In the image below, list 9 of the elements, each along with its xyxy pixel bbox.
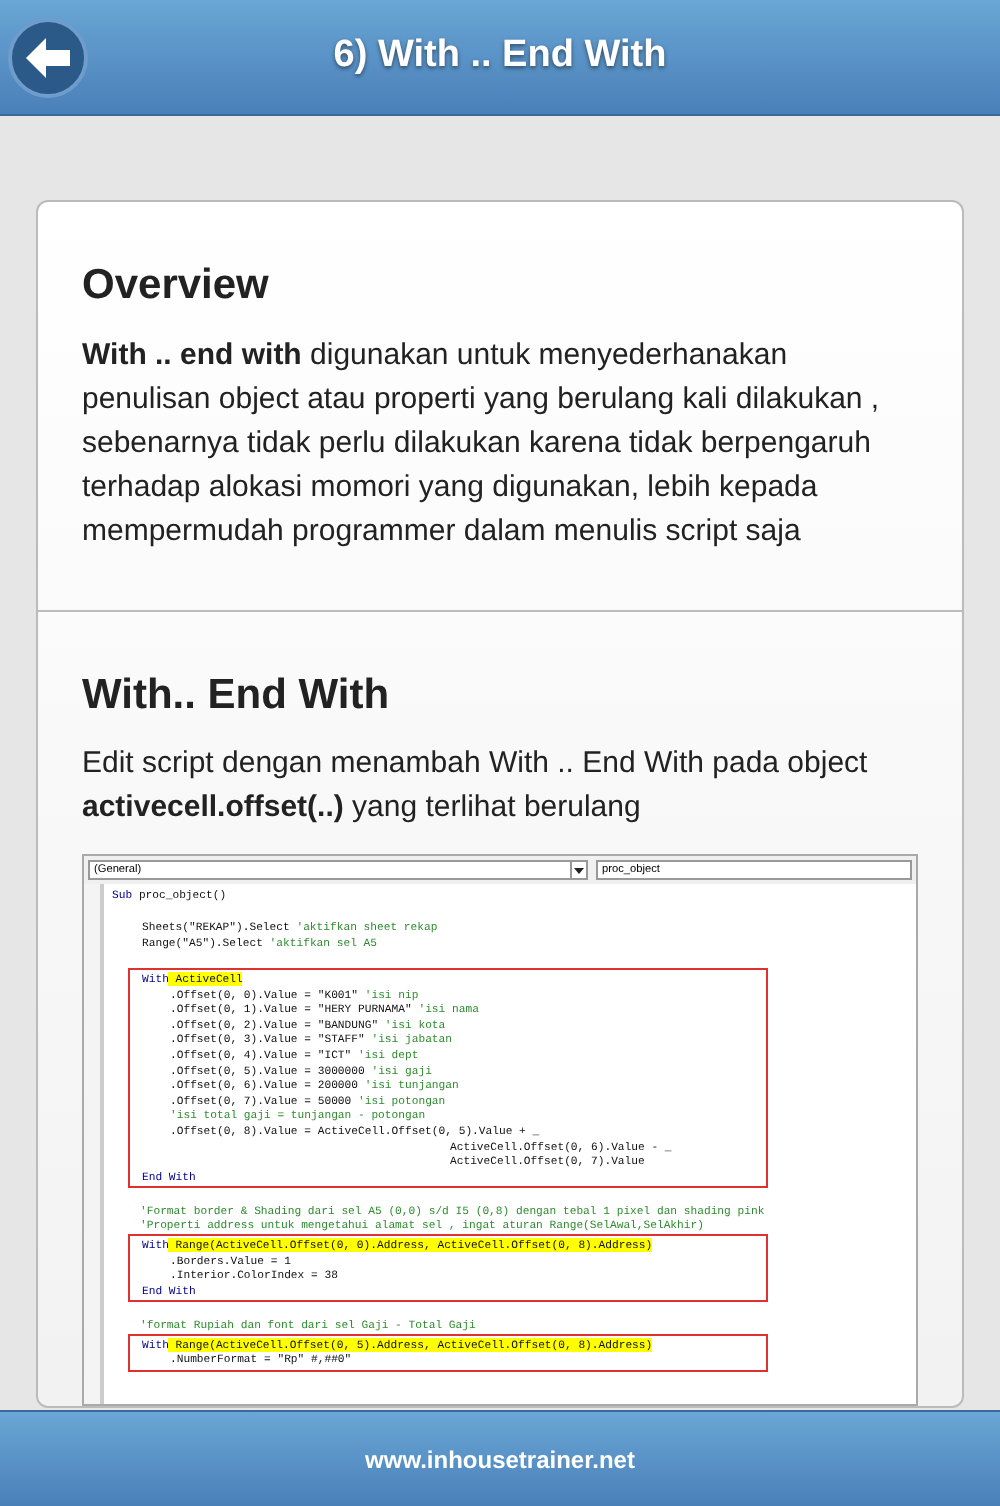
dropdown-arrow-icon — [570, 862, 586, 878]
section-text: With .. end with digunakan untuk menyederhanakan penulisan object atau properti yang berulang kali dilakukan , sebenarnya tidak perlu dilakukan karena tidak berpengaruh terhadap alokasi momori yang digunakan, lebih kepada mempermudah programmer dalam menulis script saja — [82, 335, 882, 551]
back-arrow-icon — [26, 38, 70, 78]
section-heading: Overview — [82, 260, 271, 312]
page-title: 6) With .. End With — [333, 32, 667, 81]
footer-link[interactable]: www.inhousetrainer.net — [365, 1441, 635, 1477]
section-heading: With.. End With — [82, 669, 392, 721]
section-text: Edit script dengan menambah With .. End With pada object activecell.offset(..) yang terlihat berulang — [82, 744, 870, 828]
back-button[interactable] — [8, 18, 88, 98]
